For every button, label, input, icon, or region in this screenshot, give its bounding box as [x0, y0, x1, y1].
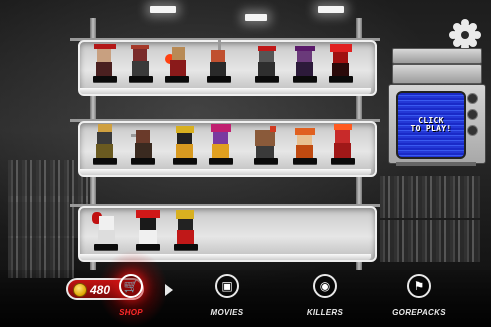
tab-killers[interactable]: ◉ KILLERS	[290, 274, 360, 326]
tab-movies-label: MOVIES	[210, 308, 244, 317]
bloody-gunner-figure[interactable]	[164, 44, 190, 84]
ceiling-light	[245, 14, 267, 21]
coin-icon	[73, 283, 87, 297]
shopping-cart-icon[interactable]: 🛒	[119, 274, 143, 298]
killer-mask-icon[interactable]: ◉	[313, 274, 337, 298]
harlequin-jester-figure[interactable]	[208, 124, 234, 166]
tab-shop[interactable]: 🛒 SHOP	[96, 274, 166, 326]
game-scene: CLICK TO PLAY! 480 🛒 SHOP ▣ MOVIES ◉ KIL…	[0, 0, 491, 327]
background-video-shelf	[380, 176, 480, 218]
yellow-helmet-figure[interactable]	[172, 124, 198, 166]
yellow-bucket-figure[interactable]	[172, 210, 200, 252]
vcr-unit	[392, 48, 482, 64]
shelf-lip	[80, 88, 371, 94]
tv-knobs	[467, 93, 479, 141]
tv-screen[interactable]: CLICK TO PLAY!	[396, 91, 466, 159]
purple-hooded-figure[interactable]	[292, 44, 318, 84]
bloody-ghost-figure[interactable]	[92, 210, 120, 252]
axe-wielder-figure[interactable]	[206, 38, 232, 84]
tab-movies[interactable]: ▣ MOVIES	[192, 274, 262, 326]
red-cap-killer-figure[interactable]	[254, 44, 280, 84]
orange-clown-figure[interactable]	[292, 124, 318, 166]
gear-icon[interactable]	[454, 24, 476, 46]
red-fire-figure[interactable]	[330, 124, 356, 166]
tv-stack: CLICK TO PLAY!	[388, 48, 486, 166]
feathered-killer-figure[interactable]	[92, 124, 118, 166]
tab-gorepacks[interactable]: ⚑ GOREPACKS	[384, 274, 454, 326]
crt-tv[interactable]: CLICK TO PLAY!	[388, 84, 486, 164]
tab-gorepacks-label: GOREPACKS	[392, 308, 446, 317]
flag-icon[interactable]: ⚑	[407, 274, 431, 298]
background-video-shelf	[8, 196, 88, 238]
knob-icon	[467, 93, 478, 104]
vcr-unit	[392, 64, 482, 84]
knob-icon	[467, 109, 478, 120]
zombie-figure[interactable]	[128, 44, 154, 84]
ceiling-light	[318, 6, 344, 13]
w-mask-figure[interactable]	[134, 210, 162, 252]
play-arrow-icon	[165, 284, 173, 296]
blocky-brute-figure[interactable]	[252, 124, 280, 166]
brown-coat-killer-figure[interactable]	[130, 124, 156, 166]
tv-base	[396, 162, 476, 166]
shelf-lip	[80, 169, 371, 175]
red-horned-killer-figure[interactable]	[92, 44, 118, 84]
background-video-shelf	[380, 220, 480, 262]
tv-click-to-play-text[interactable]: CLICK TO PLAY!	[398, 117, 464, 133]
tab-shop-label: SHOP	[119, 308, 143, 317]
ceiling-light	[150, 6, 176, 13]
knob-icon	[467, 125, 478, 136]
red-demon-figure[interactable]	[328, 44, 354, 84]
tab-killers-label: KILLERS	[306, 308, 344, 317]
film-reel-icon[interactable]: ▣	[215, 274, 239, 298]
